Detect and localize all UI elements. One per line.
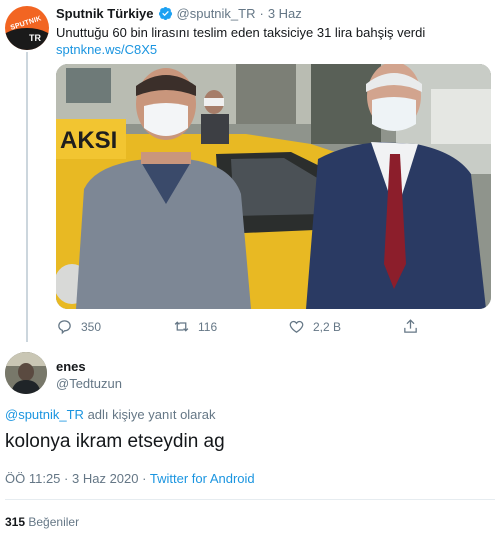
- tweet-link[interactable]: sptnkne.ws/C8X5: [56, 42, 157, 57]
- enes-avatar-photo: [5, 352, 47, 394]
- verified-icon: [158, 6, 172, 21]
- meta-separator-1: ·: [64, 471, 69, 486]
- like-action[interactable]: 2,2 B: [288, 318, 341, 335]
- tweet-header: Sputnik Türkiye @sputnik_TR · 3 Haz: [56, 6, 302, 21]
- reply-time[interactable]: ÖÖ 11:25: [5, 471, 60, 486]
- header-separator: ·: [259, 6, 264, 21]
- meta-separator-2: ·: [142, 471, 147, 486]
- tweet-text: Unuttuğu 60 bin lirasını teslim eden tak…: [56, 25, 426, 40]
- reply-date[interactable]: 3 Haz 2020: [72, 471, 139, 486]
- reply-context: @sputnik_TR adlı kişiye yanıt olarak: [5, 407, 215, 422]
- author-name[interactable]: Sputnik Türkiye: [56, 6, 154, 21]
- reply-meta: ÖÖ 11:25 · 3 Haz 2020 · Twitter for Andr…: [5, 471, 255, 486]
- author-handle[interactable]: @sputnik_TR: [177, 6, 256, 21]
- reply-context-text: adlı kişiye yanıt olarak: [87, 407, 216, 422]
- reply-author-name[interactable]: enes: [56, 359, 86, 374]
- reply-tweet-text: kolonya ikram etseydin ag: [5, 431, 225, 452]
- taxi-photo-illustration: AKSI: [56, 64, 491, 309]
- reply-author-handle[interactable]: @Tedtuzun: [56, 376, 122, 391]
- retweet-icon: [174, 321, 189, 332]
- reply-action[interactable]: 350: [56, 318, 101, 335]
- avatar-logo-sub: TR: [29, 33, 41, 43]
- tweet-actions: 350 116 2,2 B: [56, 318, 436, 338]
- taxi-sign-text: AKSI: [60, 127, 117, 154]
- likes-count: 315: [5, 515, 26, 529]
- reply-mention-link[interactable]: @sputnik_TR: [5, 407, 84, 422]
- tweet-date[interactable]: 3 Haz: [268, 6, 302, 21]
- tweet-photo[interactable]: AKSI: [56, 64, 491, 309]
- share-icon: [404, 319, 417, 333]
- avatar-logo-swoosh: [5, 28, 49, 50]
- likes-stat[interactable]: 315 Beğeniler: [5, 515, 79, 529]
- like-icon: [289, 320, 304, 333]
- retweet-action[interactable]: 116: [173, 318, 217, 335]
- retweet-count: 116: [198, 319, 218, 334]
- share-action[interactable]: [402, 318, 427, 335]
- reply-source-link[interactable]: Twitter for Android: [150, 471, 255, 486]
- original-tweet[interactable]: SPUTNIK TR Sputnik Türkiye @sputnik_TR ·…: [0, 0, 500, 345]
- stats-divider: [5, 499, 495, 500]
- reply-count: 350: [81, 319, 102, 334]
- sputnik-avatar[interactable]: SPUTNIK TR: [5, 6, 49, 50]
- like-count: 2,2 B: [313, 319, 342, 334]
- reply-icon: [58, 320, 71, 335]
- enes-avatar[interactable]: [5, 352, 47, 394]
- likes-label: Beğeniler: [28, 515, 80, 529]
